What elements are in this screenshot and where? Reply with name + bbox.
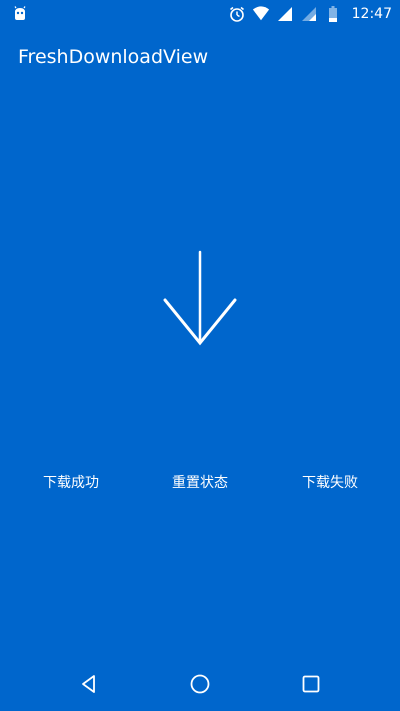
navigation-bar bbox=[0, 657, 400, 711]
fresh-download-view[interactable] bbox=[160, 250, 240, 350]
home-icon[interactable] bbox=[187, 671, 213, 697]
alarm-icon bbox=[228, 5, 246, 23]
status-time: 12:47 bbox=[351, 6, 392, 22]
toolbar-title: FreshDownloadView bbox=[18, 46, 209, 68]
cell-signal-2-icon bbox=[300, 5, 318, 23]
back-icon[interactable] bbox=[76, 671, 102, 697]
battery-icon bbox=[324, 5, 342, 23]
action-row: 下载成功 重置状态 下载失败 bbox=[0, 470, 400, 496]
download-fail-button[interactable]: 下载失败 bbox=[280, 470, 380, 496]
cell-signal-icon bbox=[276, 5, 294, 23]
android-debug-icon bbox=[12, 6, 28, 22]
arrow-down-icon bbox=[163, 250, 237, 346]
download-success-button[interactable]: 下载成功 bbox=[21, 470, 121, 496]
recents-icon[interactable] bbox=[298, 671, 324, 697]
reset-state-button[interactable]: 重置状态 bbox=[150, 470, 250, 496]
wifi-icon bbox=[252, 5, 270, 23]
status-bar: 12:47 bbox=[0, 0, 400, 28]
status-icons: 12:47 bbox=[228, 4, 392, 24]
